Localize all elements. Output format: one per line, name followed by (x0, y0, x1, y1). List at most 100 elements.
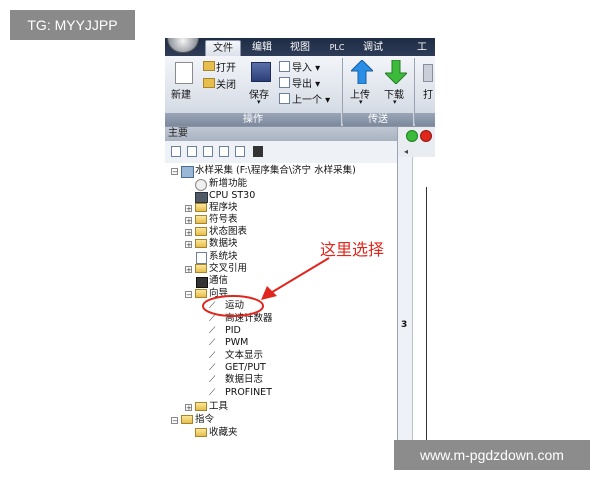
tree-item-program-block[interactable]: 程序块 (209, 202, 238, 214)
run-icon[interactable] (406, 130, 418, 142)
network-number: 3 (401, 320, 408, 330)
next-group-label (415, 113, 435, 126)
tab-edit[interactable]: 编辑 (247, 40, 277, 56)
export-label: 导出 (292, 79, 312, 90)
partial-button[interactable]: 打 (423, 86, 433, 101)
tree-item-wizard-pwm[interactable]: PWM (225, 337, 248, 349)
system-block-icon (196, 252, 207, 264)
tree-item-cross-ref[interactable]: 交叉引用 (209, 263, 247, 275)
tree-item-communication[interactable]: 通信 (209, 275, 228, 287)
document-icon[interactable] (219, 146, 229, 157)
download-arrow-icon (385, 60, 407, 84)
site-watermark: www.m-pgdzdown.com (394, 440, 590, 470)
new-document-icon (175, 62, 193, 84)
expand-toggle[interactable]: + (185, 205, 192, 213)
close-folder-icon (203, 78, 215, 88)
import-button[interactable]: 导入 ▾ (292, 59, 320, 74)
wizard-wand-icon: ⟋ (209, 388, 216, 398)
export-button[interactable]: 导出 ▾ (292, 75, 320, 90)
scroll-left-icon[interactable]: ◂ (404, 147, 408, 156)
tab-tools[interactable]: 工 (410, 40, 434, 56)
tree-item-cpu[interactable]: CPU ST30 (209, 190, 255, 202)
tree-item-wizard-profinet[interactable]: PROFINET (225, 387, 272, 399)
expand-toggle[interactable]: + (185, 229, 192, 237)
new-features-icon (195, 179, 207, 191)
import-icon (279, 61, 290, 72)
upload-arrow-icon (351, 60, 373, 84)
tab-file[interactable]: 文件 (205, 40, 241, 57)
wizard-wand-icon: ⟋ (209, 375, 216, 385)
view-icon[interactable] (171, 146, 181, 157)
tree-item-wizard-pid[interactable]: PID (225, 325, 241, 337)
project-icon (181, 166, 194, 178)
tree-item-favorites[interactable]: 收藏夹 (209, 427, 238, 439)
wizard-wand-icon: ⟋ (209, 351, 216, 361)
wizard-wand-icon: ⟋ (209, 326, 216, 336)
tree-item-status-chart[interactable]: 状态图表 (209, 226, 247, 238)
tree-item-wizard-text-display[interactable]: 文本显示 (225, 350, 263, 362)
open-button[interactable]: 打开 (216, 59, 236, 74)
project-panel-toolbar (165, 141, 397, 164)
partial-icon (423, 64, 433, 82)
communication-icon (196, 277, 208, 288)
program-editor-area: ◂ 3 (397, 127, 435, 440)
new-button[interactable]: 新建 (171, 86, 191, 101)
network-gutter (398, 157, 413, 440)
tree-item-project[interactable]: 水样采集 (F:\程序集合\济宁 水样采集) (195, 165, 356, 177)
tg-watermark: TG: MYYJJPP (10, 10, 135, 40)
open-folder-icon (203, 61, 215, 71)
view-icon[interactable] (187, 146, 197, 157)
tree-item-instructions[interactable]: 指令 (195, 414, 214, 426)
folder-icon (195, 203, 207, 212)
tree-item-data-block[interactable]: 数据块 (209, 238, 238, 250)
operate-group-label: 操作 (165, 113, 341, 126)
transfer-group-label: 传送 (343, 113, 413, 126)
save-dropdown-icon[interactable]: ▾ (257, 98, 261, 106)
folder-icon (195, 227, 207, 236)
collapse-toggle[interactable]: − (171, 417, 178, 425)
document-icon[interactable] (203, 146, 213, 157)
folder-icon (195, 239, 207, 248)
stop-icon[interactable] (420, 130, 432, 142)
folder-icon (195, 215, 207, 224)
close-button[interactable]: 关闭 (216, 76, 236, 91)
upload-dropdown-icon[interactable]: ▾ (359, 98, 363, 106)
step7-window: 文件 编辑 视图 PLC 调试 工 新建 打开 关闭 保存 ▾ 导入 ▾ 导出 … (165, 38, 435, 440)
import-label: 导入 (292, 63, 312, 74)
wizard-wand-icon: ⟋ (209, 363, 216, 373)
annotation-label: 这里选择 (320, 240, 385, 259)
folder-icon (195, 264, 207, 273)
document-icon[interactable] (235, 146, 245, 157)
previous-icon (279, 93, 290, 104)
tree-item-new-features[interactable]: 新增功能 (209, 178, 247, 190)
download-dropdown-icon[interactable]: ▾ (393, 98, 397, 106)
folder-icon (181, 415, 193, 424)
cpu-icon (195, 192, 208, 203)
expand-toggle[interactable]: + (185, 217, 192, 225)
previous-label: 上一个 (292, 95, 322, 106)
expand-toggle[interactable]: + (185, 404, 192, 412)
plc-icon[interactable] (253, 146, 263, 157)
tree-item-tools[interactable]: 工具 (209, 401, 228, 413)
expand-toggle[interactable]: + (185, 241, 192, 249)
collapse-toggle[interactable]: − (185, 291, 192, 299)
favorites-folder-icon (195, 428, 207, 437)
tree-item-wizard-get-put[interactable]: GET/PUT (225, 362, 266, 374)
previous-button[interactable]: 上一个 ▾ (292, 91, 330, 106)
save-disk-icon (251, 62, 271, 82)
tab-debug[interactable]: 调试 (358, 40, 388, 56)
power-rail (426, 187, 427, 440)
expand-toggle[interactable]: + (185, 266, 192, 274)
export-icon (279, 77, 290, 88)
tree-item-symbol-table[interactable]: 符号表 (209, 214, 238, 226)
tree-item-system-block[interactable]: 系统块 (209, 251, 238, 263)
tree-item-wizard-data-log[interactable]: 数据日志 (225, 374, 263, 386)
wizard-wand-icon: ⟋ (209, 338, 216, 348)
project-panel-title: 主要 (165, 127, 397, 141)
ribbon-tab-bar: 文件 编辑 视图 PLC 调试 工 (165, 38, 435, 57)
ribbon-panel: 新建 打开 关闭 保存 ▾ 导入 ▾ 导出 ▾ 上一个 ▾ 操作 上传 ▾ 下载… (165, 56, 435, 127)
folder-icon (195, 402, 207, 411)
collapse-toggle[interactable]: − (171, 168, 178, 176)
tab-view[interactable]: 视图 (285, 40, 315, 56)
tab-plc[interactable]: PLC (323, 40, 351, 56)
